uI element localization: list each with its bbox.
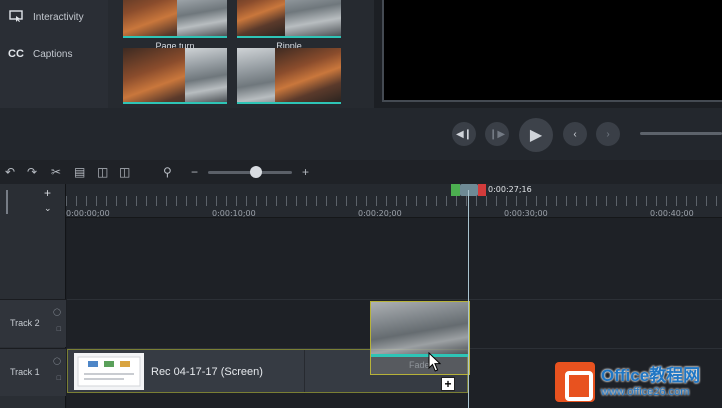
transition-item[interactable] xyxy=(237,48,341,104)
captions-icon: CC xyxy=(8,48,24,60)
lock-icon[interactable]: □ xyxy=(57,326,61,333)
zoom-in-icon[interactable]: + xyxy=(302,165,309,179)
player-controls: ◀❙ ❙▶ ▶ ‹ › xyxy=(0,108,722,160)
step-forward-button[interactable]: ❙▶ xyxy=(485,122,509,146)
eye-icon[interactable]: ◯ xyxy=(53,308,61,316)
transition-thumbnail xyxy=(237,48,341,104)
zoom-slider-knob[interactable] xyxy=(250,166,262,178)
undo-icon[interactable]: ↶ xyxy=(5,165,15,179)
dragged-transition[interactable]: Fade xyxy=(370,301,470,375)
out-point-marker[interactable] xyxy=(478,184,486,196)
chevron-down-icon[interactable]: ⌄ xyxy=(44,203,52,214)
transition-thumbnail xyxy=(123,48,227,104)
ruler-label: 0:00:20;00 xyxy=(358,209,402,218)
clip-thumbnail xyxy=(74,353,144,390)
dragged-transition-label: Fade xyxy=(409,360,430,370)
add-track-icon[interactable]: + xyxy=(44,186,51,200)
lock-icon[interactable]: □ xyxy=(57,375,61,382)
playhead-handle[interactable] xyxy=(460,184,478,196)
transition-page-turn[interactable]: Page turn xyxy=(123,0,227,51)
step-forward-icon: ❙▶ xyxy=(488,128,506,140)
step-back-icon: ◀❙ xyxy=(455,128,473,140)
next-marker-icon: › xyxy=(606,128,610,140)
playhead-line xyxy=(468,190,469,408)
tool-captions[interactable]: CC Captions xyxy=(8,48,72,60)
redo-icon[interactable]: ↷ xyxy=(27,165,37,179)
timeline-ruler[interactable]: 0:00:00;00 0:00:10;00 0:00:20;00 0:00:30… xyxy=(66,184,722,218)
watermark-text: Office教程网 www.office26.com xyxy=(601,366,700,399)
tools-panel: Interactivity CC Captions xyxy=(0,0,108,108)
watermark: Office教程网 www.office26.com xyxy=(555,356,722,408)
drop-plus-icon: + xyxy=(441,377,455,391)
camtasia-editor: Interactivity CC Captions Page turn Ripp… xyxy=(0,0,722,408)
ruler-ticks xyxy=(66,196,722,206)
paste-icon[interactable]: ◫ xyxy=(97,165,108,179)
clip-divider xyxy=(304,350,305,392)
mouse-pointer-icon xyxy=(428,351,442,377)
ruler-label: 0:00:30;00 xyxy=(504,209,548,218)
play-icon: ▶ xyxy=(529,127,543,144)
clip-title: Rec 04-17-17 (Screen) xyxy=(151,366,263,378)
copy-icon[interactable]: ▤ xyxy=(74,165,85,179)
zoom-icon: ⚲ xyxy=(163,165,172,179)
office-logo-icon xyxy=(555,362,595,402)
eye-icon[interactable]: ◯ xyxy=(53,357,61,365)
dragged-transition-thumbnail xyxy=(371,302,469,354)
interactivity-icon xyxy=(8,10,24,25)
ruler-label: 0:00:00;00 xyxy=(66,209,110,218)
track-header-track-2[interactable]: Track 2 ◯ □ xyxy=(0,299,66,347)
next-marker-button[interactable]: › xyxy=(596,122,620,146)
split-icon[interactable]: ◫ xyxy=(119,165,130,179)
previous-marker-icon: ‹ xyxy=(573,128,577,140)
track-headers: + ⌄ Track 2 ◯ □ Track 1 ◯ □ xyxy=(0,184,66,408)
play-button[interactable]: ▶ xyxy=(519,118,553,152)
ruler-label: 0:00:10;00 xyxy=(212,209,256,218)
preview-scrub-bar[interactable] xyxy=(640,132,722,135)
tool-interactivity-label: Interactivity xyxy=(33,12,84,23)
preview-canvas[interactable] xyxy=(382,0,722,102)
transition-item[interactable] xyxy=(123,48,227,104)
dragged-transition-bar xyxy=(371,354,469,357)
cut-icon[interactable]: ✂ xyxy=(51,165,61,179)
tool-interactivity[interactable]: Interactivity xyxy=(8,10,84,25)
track-header-track-1[interactable]: Track 1 ◯ □ xyxy=(0,348,66,396)
transition-thumbnail xyxy=(123,0,227,38)
watermark-title: Office教程网 xyxy=(601,365,701,385)
ruler-label: 0:00:40;00 xyxy=(650,209,694,218)
in-point-marker[interactable] xyxy=(451,184,460,196)
transition-thumbnail xyxy=(237,0,341,38)
zoom-out-icon[interactable]: − xyxy=(191,165,198,179)
step-back-button[interactable]: ◀❙ xyxy=(452,122,476,146)
playhead-time: 0:00:27;16 xyxy=(488,185,532,194)
transitions-panel: Page turn Ripple xyxy=(108,0,374,108)
track-name: Track 2 xyxy=(10,318,40,328)
transition-ripple[interactable]: Ripple xyxy=(237,0,341,51)
tool-captions-label: Captions xyxy=(33,48,73,60)
track-height-slider[interactable] xyxy=(6,190,14,214)
timeline-toolbar: ↶ ↷ ✂ ▤ ◫ ◫ ⚲ − + xyxy=(0,160,722,184)
previous-marker-button[interactable]: ‹ xyxy=(563,122,587,146)
watermark-url: www.office26.com xyxy=(601,385,690,398)
track-name: Track 1 xyxy=(10,367,40,377)
